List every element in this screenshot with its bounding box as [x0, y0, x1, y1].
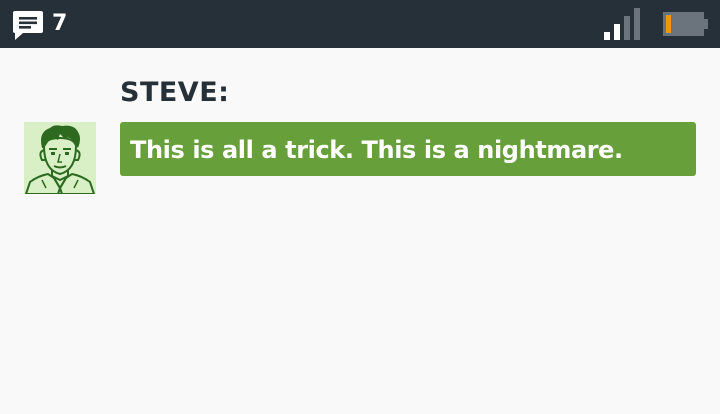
signal-strength-icon	[602, 8, 642, 40]
dialogue-area	[0, 48, 720, 414]
status-bar: 7	[0, 0, 720, 48]
steve-portrait	[24, 122, 96, 194]
battery-low-icon	[663, 12, 709, 36]
dialogue-bubble[interactable]: This is all a trick. This is a nightmare…	[120, 122, 696, 176]
chat-bubble-icon[interactable]	[12, 9, 44, 41]
speaker-name: STEVE:	[120, 77, 230, 108]
message-count: 7	[52, 11, 68, 36]
dialogue-text: This is all a trick. This is a nightmare…	[130, 136, 623, 164]
